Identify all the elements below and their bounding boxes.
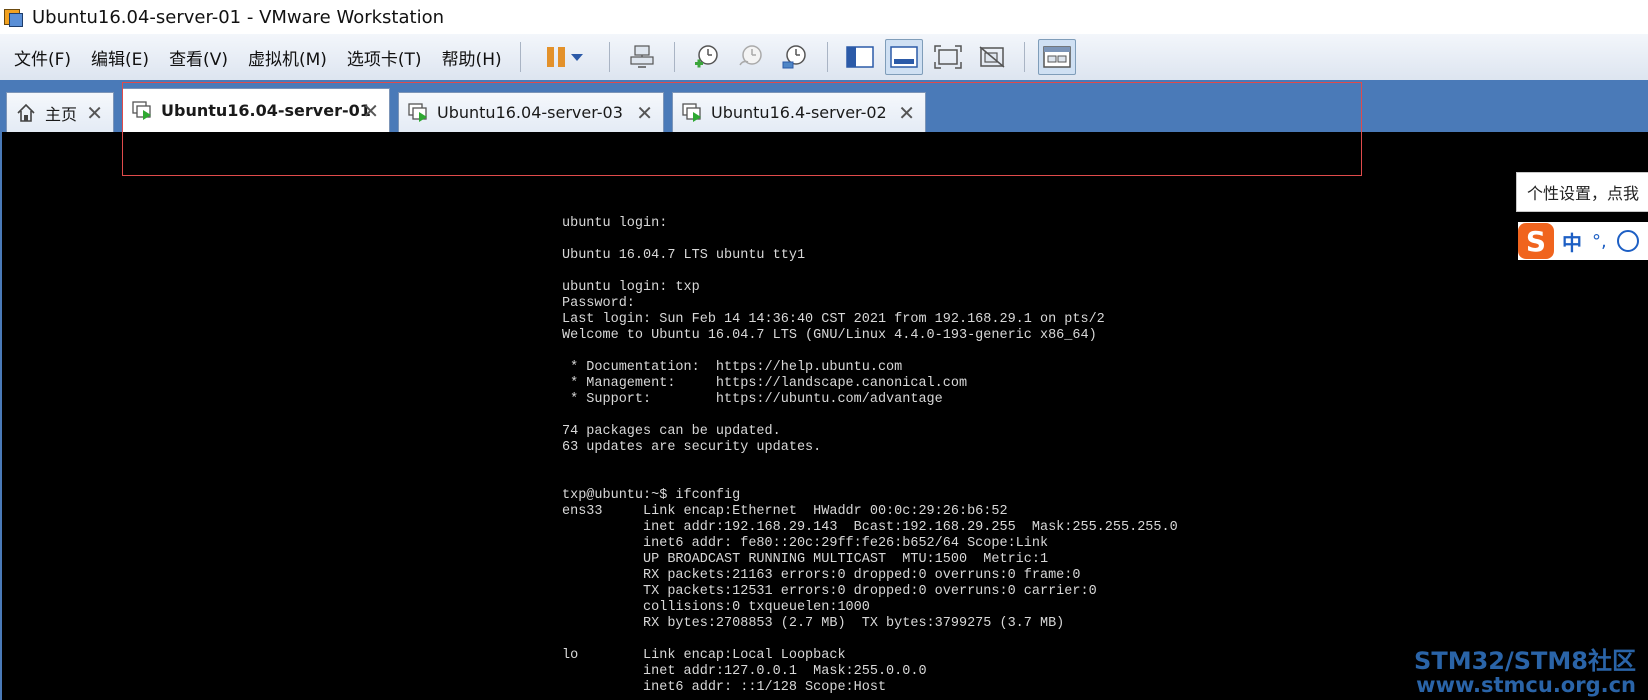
close-icon[interactable]: ✕ bbox=[362, 101, 379, 121]
toolbar-separator bbox=[1023, 42, 1025, 72]
tab-ubuntu-server-01[interactable]: Ubuntu16.04-server-01 ✕ bbox=[122, 88, 390, 132]
tab-ubuntu-server-02[interactable]: Ubuntu16.4-server-02 ✕ bbox=[672, 92, 926, 132]
menu-toolbar: 文件(F) 编辑(E) 查看(V) 虚拟机(M) 选项卡(T) 帮助(H) bbox=[0, 34, 1648, 81]
snapshot-icon bbox=[694, 45, 718, 68]
send-ctrl-alt-del-button[interactable] bbox=[623, 39, 661, 75]
tab-home[interactable]: 主页 ✕ bbox=[6, 92, 114, 132]
console-view-icon bbox=[889, 46, 918, 68]
close-icon[interactable]: ✕ bbox=[86, 103, 103, 123]
toolbar-separator bbox=[826, 42, 828, 72]
console-output: ubuntu login: Ubuntu 16.04.7 LTS ubuntu … bbox=[562, 216, 1178, 695]
vmware-app-icon bbox=[4, 7, 24, 27]
unity-icon bbox=[979, 46, 1005, 68]
close-icon[interactable]: ✕ bbox=[898, 103, 915, 123]
watermark: STM32/STM8社区 www.stmcu.org.cn bbox=[1414, 648, 1636, 696]
tab-label: Ubuntu16.4-server-02 bbox=[711, 103, 887, 122]
tab-label: Ubuntu16.04-server-01 bbox=[161, 101, 371, 120]
menu-edit[interactable]: 编辑(E) bbox=[83, 45, 157, 70]
revert-snapshot-icon bbox=[738, 45, 762, 66]
thumbnail-bar-icon bbox=[1042, 46, 1071, 68]
menu-vm[interactable]: 虚拟机(M) bbox=[240, 45, 335, 70]
pause-icon bbox=[546, 47, 565, 67]
snapshot-manager-icon bbox=[782, 45, 806, 69]
take-snapshot-button[interactable] bbox=[688, 39, 726, 75]
library-icon bbox=[845, 46, 874, 68]
menu-help[interactable]: 帮助(H) bbox=[434, 45, 510, 70]
fullscreen-icon bbox=[933, 45, 962, 69]
watermark-line1: STM32/STM8社区 bbox=[1414, 647, 1636, 675]
window-title: Ubuntu16.04-server-01 - VMware Workstati… bbox=[32, 6, 444, 28]
ime-toolbar[interactable]: S 中 °, bbox=[1518, 222, 1648, 260]
menu-view[interactable]: 查看(V) bbox=[161, 45, 236, 70]
tab-label: Ubuntu16.04-server-03 bbox=[437, 103, 623, 122]
thumbnail-bar-button[interactable] bbox=[1037, 39, 1076, 75]
home-icon bbox=[17, 103, 35, 122]
snapshot-manager-button[interactable] bbox=[776, 39, 814, 75]
toolbar-separator bbox=[519, 42, 521, 72]
send-ctrl-alt-del-icon bbox=[630, 45, 654, 68]
vmware-window: Ubuntu16.04-server-01 - VMware Workstati… bbox=[0, 0, 1648, 700]
menu-file[interactable]: 文件(F) bbox=[6, 45, 79, 70]
console-view-button[interactable] bbox=[884, 39, 923, 75]
pause-button[interactable] bbox=[534, 39, 596, 75]
vm-running-icon bbox=[132, 100, 151, 120]
toolbar-separator bbox=[608, 42, 610, 72]
menu-tabs[interactable]: 选项卡(T) bbox=[339, 45, 430, 70]
emoji-icon[interactable] bbox=[1616, 230, 1639, 252]
revert-snapshot-button[interactable] bbox=[732, 39, 770, 75]
sogou-logo-icon[interactable]: S bbox=[1518, 223, 1554, 259]
vm-running-icon bbox=[682, 102, 701, 122]
ime-mode-toggle[interactable]: 中 bbox=[1562, 227, 1582, 256]
close-icon[interactable]: ✕ bbox=[636, 103, 653, 123]
vm-running-icon bbox=[408, 102, 427, 122]
unity-button[interactable] bbox=[973, 39, 1011, 75]
vm-console[interactable]: ubuntu login: Ubuntu 16.04.7 LTS ubuntu … bbox=[0, 132, 1648, 700]
vm-tab-bar: 主页 ✕ Ubuntu16.04-server-01 ✕ Ubuntu16.04… bbox=[0, 80, 1648, 132]
title-bar: Ubuntu16.04-server-01 - VMware Workstati… bbox=[0, 0, 1648, 34]
dropdown-chevron-icon[interactable] bbox=[570, 53, 583, 61]
watermark-line2: www.stmcu.org.cn bbox=[1416, 673, 1636, 697]
show-library-button[interactable] bbox=[841, 39, 879, 75]
tab-ubuntu-server-03[interactable]: Ubuntu16.04-server-03 ✕ bbox=[398, 92, 664, 132]
ime-punctuation-toggle[interactable]: °, bbox=[1592, 231, 1607, 252]
full-screen-button[interactable] bbox=[929, 39, 967, 75]
ime-tooltip[interactable]: 个性设置，点我 bbox=[1516, 172, 1648, 212]
tab-label: 主页 bbox=[45, 104, 78, 124]
toolbar-separator bbox=[673, 42, 675, 72]
ime-tooltip-text: 个性设置，点我 bbox=[1527, 184, 1640, 203]
